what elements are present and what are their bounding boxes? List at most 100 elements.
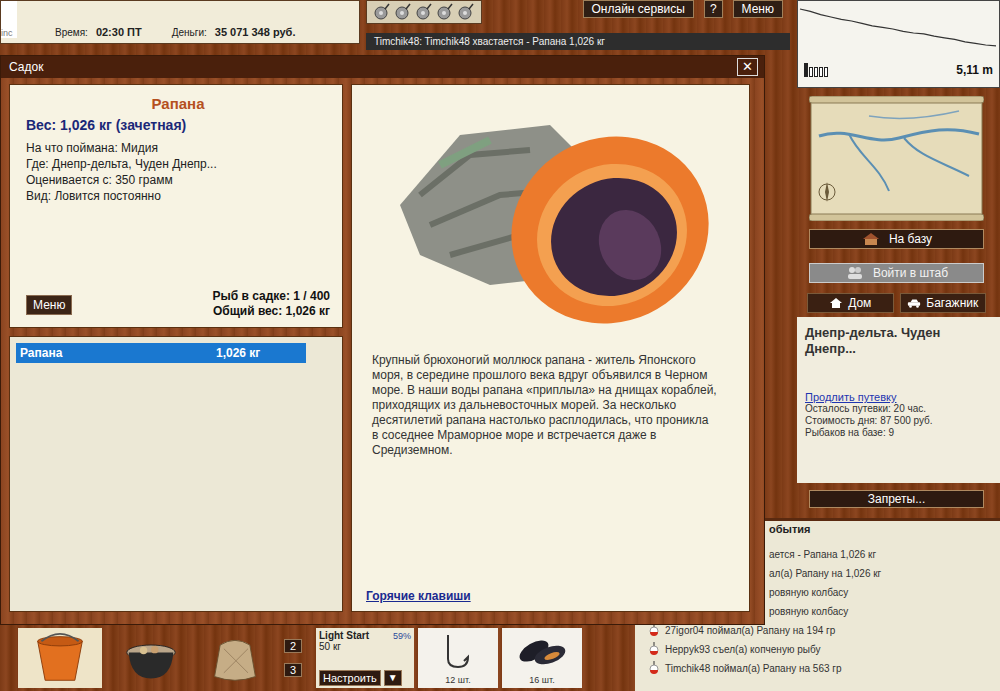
rapana-photo xyxy=(380,95,720,335)
tab[interactable]: Дом xyxy=(807,293,894,313)
tab[interactable]: Багажник xyxy=(900,293,987,313)
total-weight: Общий вес: 1,026 кг xyxy=(212,304,330,319)
edge-fragment: inc xyxy=(1,1,17,38)
rod-header: Light Start 59% xyxy=(319,630,411,641)
reel-icon[interactable] xyxy=(373,3,391,21)
keepnet-row[interactable]: Рапана1,026 кг xyxy=(16,343,306,363)
item-count: 12 шт. xyxy=(445,675,470,685)
fish-description-card: Крупный брюхоногий моллюск рапана - жите… xyxy=(351,84,750,612)
rod-name: Light Start xyxy=(319,630,369,641)
time-value: 02:30 ПТ xyxy=(96,26,142,38)
tabs: Дом Багажник xyxy=(807,293,986,313)
depth-reading: 5,11 m xyxy=(956,63,993,77)
info-line: Осталось путевки: 20 час. xyxy=(805,403,992,415)
battery-cell xyxy=(824,67,828,77)
location-info: Днепр-дельта. Чуден Днепр... Продлить пут… xyxy=(797,317,1000,483)
reel-icon[interactable] xyxy=(394,3,412,21)
extend-pass-link[interactable]: Продлить путевку xyxy=(805,391,992,403)
fish-detail: Оценивается с: 350 грамм xyxy=(26,172,330,188)
reel-icon[interactable] xyxy=(415,3,433,21)
hotkeys-link[interactable]: Горячие клавиши xyxy=(366,589,733,603)
pot-icon xyxy=(123,632,179,684)
rod-load: 50 кг xyxy=(319,641,411,652)
window-body: Рапана Вес: 1,026 кг (зачетная) На что пой… xyxy=(1,78,764,624)
house-icon xyxy=(829,297,843,309)
fish-name: Рапана xyxy=(26,95,330,112)
depth-panel: 5,11 m xyxy=(797,0,1000,88)
depth-line xyxy=(800,9,996,46)
window-title: Садок xyxy=(9,60,43,74)
bucket-icon xyxy=(32,632,88,684)
hq-button[interactable]: Войти в штаб xyxy=(809,263,984,283)
keepnet-window: Садок ✕ Рапана Вес: 1,026 кг (зачетная) На ч… xyxy=(0,55,765,625)
rod-panel: Light Start 59%50 кг Настроить▼ xyxy=(316,628,414,688)
slot-button[interactable]: 2 xyxy=(284,639,302,653)
help-button[interactable]: ? xyxy=(704,0,723,18)
battery-cell xyxy=(809,67,813,77)
top-center: Онлайн сервисы? Меню Timchik48: Timchik48 … xyxy=(360,0,795,50)
status-row: Время:02:30 ПТДеньги:35 071 348 руб. xyxy=(17,26,295,38)
status-panel: incВремя:02:30 ПТДеньги:35 071 348 руб. xyxy=(0,0,360,44)
cabin-icon xyxy=(861,232,881,246)
chat-strip: Timchik48: Timchik48 хвастается - Рапана… xyxy=(366,33,790,50)
float-icon xyxy=(649,642,659,658)
fish-weight: Вес: 1,026 кг (зачетная) xyxy=(26,117,330,133)
reel-icon[interactable] xyxy=(457,3,475,21)
fish-description: Крупный брюхоногий моллюск рапана - жите… xyxy=(372,353,717,458)
quick-slots: 23 xyxy=(284,639,302,677)
setup-button[interactable]: Настроить xyxy=(319,670,381,686)
top-bar: incВремя:02:30 ПТДеньги:35 071 348 руб.О… xyxy=(0,0,795,50)
money-label: Деньги: xyxy=(172,27,207,38)
reel-icon[interactable] xyxy=(436,3,454,21)
fish-info-card: Рапана Вес: 1,026 кг (зачетная) На что пой… xyxy=(9,84,343,328)
rod-wear: 59% xyxy=(393,631,411,641)
keepnet-menu-button[interactable]: Меню xyxy=(26,295,72,315)
tool-slot[interactable] xyxy=(18,628,102,688)
mussel-icon xyxy=(512,631,572,671)
item-count: 16 шт. xyxy=(529,675,554,685)
battery-cell xyxy=(819,67,823,77)
slot-button[interactable]: 3 xyxy=(284,663,302,677)
battery-cell xyxy=(814,67,818,77)
top-buttons: Онлайн сервисы? Меню xyxy=(583,0,795,18)
reels-bar xyxy=(366,0,482,24)
menu-button[interactable]: Меню xyxy=(733,0,783,18)
fish-detail: Где: Днепр-дельта, Чуден Днепр... xyxy=(26,156,330,172)
money-value: 35 071 348 руб. xyxy=(215,26,296,38)
keepnet-list: Рапана1,026 кг xyxy=(9,336,343,612)
fish-footer: Меню Рыб в садке: 1 / 400Общий вес: 1,026… xyxy=(26,289,330,319)
info-line: Рыбаков на базе: 9 xyxy=(805,427,992,439)
depth-chart xyxy=(798,1,998,63)
close-button[interactable]: ✕ xyxy=(737,58,758,76)
people-icon xyxy=(845,266,865,280)
fish-detail: На что поймана: Мидия xyxy=(26,140,330,156)
top-row: Онлайн сервисы? Меню xyxy=(366,0,795,24)
rod-buttons: Настроить▼ xyxy=(319,670,411,686)
game-screen: incВремя:02:30 ПТДеньги:35 071 348 руб.О… xyxy=(0,0,1000,691)
tool-slot[interactable] xyxy=(116,628,186,688)
toolbar: 23Light Start59%50 кгНастроить▼12 шт.16 … xyxy=(0,625,635,691)
row-name: Рапана xyxy=(20,346,216,360)
tool-slot[interactable] xyxy=(200,628,270,688)
row-weight: 1,026 кг xyxy=(216,346,302,360)
hook-icon xyxy=(428,631,488,671)
car-icon xyxy=(907,297,921,309)
base-button[interactable]: На базу xyxy=(809,229,984,249)
event-row: Timchik48 поймал(а) Рапану на 563 гр xyxy=(635,659,1000,678)
map-scroll[interactable] xyxy=(809,96,984,221)
fish-detail: Вид: Ловится постоянно xyxy=(26,188,330,204)
keepnet-totals: Рыб в садке: 1 / 400Общий вес: 1,026 кг xyxy=(212,289,330,319)
battery-icon xyxy=(804,63,828,77)
rod-dropdown-button[interactable]: ▼ xyxy=(384,670,402,686)
battery-cell xyxy=(804,63,808,77)
window-title-bar: Садок ✕ xyxy=(1,56,764,78)
sack-icon xyxy=(207,632,263,684)
tackle-slot[interactable]: 12 шт. xyxy=(418,628,498,688)
tackle-slot[interactable]: 16 шт. xyxy=(502,628,582,688)
online-services-button[interactable]: Онлайн сервисы xyxy=(583,0,694,18)
location-title: Днепр-дельта. Чуден Днепр... xyxy=(805,325,992,357)
depth-footer: 5,11 m xyxy=(798,63,999,77)
float-icon xyxy=(649,661,659,677)
info-line: Стоимость дня: 87 500 руб. xyxy=(805,415,992,427)
bans-button[interactable]: Запреты... xyxy=(809,490,984,508)
